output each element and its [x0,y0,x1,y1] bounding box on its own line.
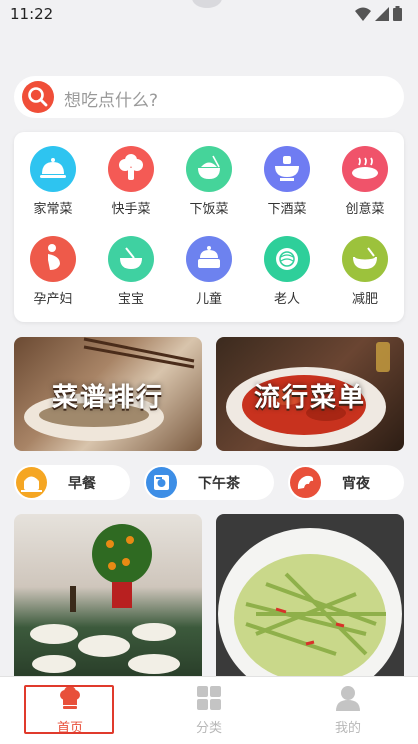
category-pregnancy[interactable]: 孕产妇 [14,236,92,307]
cloche-icon [30,146,76,192]
banner-title: 流行菜单 [253,383,366,413]
category-creative[interactable]: 创意菜 [326,146,404,217]
status-bar: 11:22 [0,0,418,28]
nav-label: 我的 [334,721,361,736]
status-time: 11:22 [10,5,54,23]
nav-label: 分类 [195,721,222,736]
category-children[interactable]: 儿童 [170,236,248,307]
meal-tab-night-snack[interactable]: 宵夜 [288,465,404,500]
meal-tab-label: 下午茶 [198,476,240,492]
meal-tab-breakfast[interactable]: 早餐 [14,465,130,500]
broccoli-icon [108,146,154,192]
category-label: 老人 [273,292,300,307]
category-label: 儿童 [195,292,222,307]
plate-icon [342,146,388,192]
category-elderly[interactable]: 老人 [248,236,326,307]
noodle-bowl-icon [264,236,310,282]
pregnant-icon [30,236,76,282]
meal-tab-label: 早餐 [68,476,96,492]
category-label: 创意菜 [345,202,385,217]
nav-category[interactable]: 分类 [159,677,259,744]
active-tab-highlight [24,685,114,734]
category-label: 减肥 [351,292,378,307]
category-label: 宝宝 [117,292,144,307]
category-home-cooking[interactable]: 家常菜 [14,146,92,217]
wifi-icon [355,7,371,21]
meal-tab-afternoon-tea[interactable]: 下午茶 [144,465,274,500]
category-quick[interactable]: 快手菜 [92,146,170,217]
search-bar[interactable]: 想吃点什么? [14,76,404,118]
feast-photo-illustration [30,524,180,674]
user-icon [336,686,360,711]
rice-bowl-icon [186,146,232,192]
tea-icon [146,467,177,498]
feast-photo[interactable] [14,514,202,676]
hotpot-icon [264,146,310,192]
banner-recipe-ranking[interactable]: 菜谱排行 [14,337,202,451]
breakfast-icon [16,467,47,498]
baby-bowl-icon [108,236,154,282]
bottom-nav: 首页 分类 我的 [0,676,418,744]
category-label: 下酒菜 [267,202,307,217]
meal-tab-label: 宵夜 [342,476,370,492]
nav-profile[interactable]: 我的 [298,677,398,744]
category-with-drinks[interactable]: 下酒菜 [248,146,326,217]
search-icon[interactable] [22,81,54,113]
grid-icon [197,686,221,710]
category-diet[interactable]: 减肥 [326,236,404,307]
category-label: 孕产妇 [33,292,73,307]
soup-bowl-icon [342,236,388,282]
night-snack-icon [290,467,321,498]
category-label: 快手菜 [111,202,151,217]
category-grid: 家常菜 快手菜 下饭菜 下酒菜 创意菜 孕产妇 宝宝 儿童 老人 减肥 [14,132,404,322]
banner-popular-menu[interactable]: 流行菜单 [216,337,404,451]
category-baby[interactable]: 宝宝 [92,236,170,307]
signal-icon [375,6,389,21]
status-icons [355,6,402,21]
category-with-rice[interactable]: 下饭菜 [170,146,248,217]
camera-notch [192,0,222,8]
cake-icon [186,236,232,282]
banner-title: 菜谱排行 [51,383,164,413]
zucchini-dish-photo[interactable] [216,514,404,676]
category-label: 家常菜 [33,202,73,217]
battery-icon [393,6,402,21]
search-placeholder: 想吃点什么? [64,91,159,111]
zucchini-photo-illustration [218,528,402,676]
category-label: 下饭菜 [189,202,229,217]
